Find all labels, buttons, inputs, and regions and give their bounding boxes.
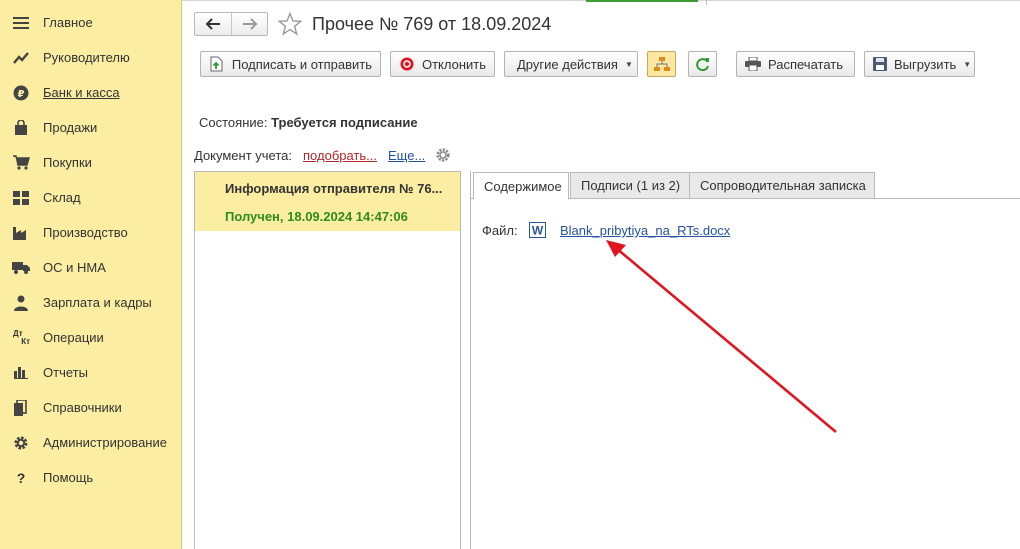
sidebar-item-label: Покупки (43, 155, 92, 170)
sidebar-item-warehouse[interactable]: Склад (0, 180, 181, 215)
history-nav (194, 12, 268, 36)
arrow-left-icon (205, 18, 220, 30)
account-document-line: Документ учета: подобрать... Еще... (194, 147, 451, 163)
debit-credit-icon: Дт Кт (12, 329, 30, 347)
sidebar: Главное Руководителю ₽ Банк и касса Прод… (0, 0, 182, 549)
chevron-down-icon: ▼ (963, 59, 972, 69)
sidebar-item-label: Склад (43, 190, 81, 205)
arrow-right-icon (242, 18, 257, 30)
print-button[interactable]: Распечатать (736, 51, 855, 77)
sidebar-item-production[interactable]: Производство (0, 215, 181, 250)
sign-and-send-button[interactable]: Подписать и отправить (200, 51, 381, 77)
annotation-arrow (606, 240, 837, 433)
shopping-bag-icon (12, 119, 30, 137)
sidebar-item-bank[interactable]: ₽ Банк и касса (0, 75, 181, 110)
floppy-disk-icon (873, 56, 887, 72)
sidebar-item-directories[interactable]: Справочники (0, 390, 181, 425)
top-tick (706, 0, 707, 5)
page-title: Прочее № 769 от 18.09.2024 (312, 14, 552, 34)
sidebar-item-label: Администрирование (43, 435, 167, 450)
refresh-icon (696, 57, 709, 71)
active-window-indicator (586, 0, 698, 2)
sidebar-item-label: Продажи (43, 120, 98, 135)
sidebar-item-reports[interactable]: Отчеты (0, 355, 181, 390)
list-item[interactable]: Информация отправителя № 76... Получен, … (195, 172, 460, 231)
sidebar-item-label: Отчеты (43, 365, 88, 380)
export-button[interactable]: Выгрузить ▼ (864, 51, 975, 77)
svg-text:₽: ₽ (18, 89, 25, 100)
gear-icon (12, 434, 30, 452)
reject-button[interactable]: Отклонить (390, 51, 495, 77)
tab-content[interactable]: Содержимое (473, 172, 569, 200)
factory-icon (12, 224, 30, 242)
more-link[interactable]: Еще... (388, 148, 425, 163)
settings-gear-icon[interactable] (435, 147, 451, 163)
sidebar-item-label: Зарплата и кадры (43, 295, 152, 310)
warehouse-icon (12, 189, 30, 207)
favorite-star-icon[interactable] (278, 12, 302, 36)
forward-button[interactable] (231, 13, 267, 35)
books-icon (12, 399, 30, 417)
sidebar-item-main[interactable]: Главное (0, 5, 181, 40)
sidebar-item-label: Справочники (43, 400, 122, 415)
sidebar-item-payroll[interactable]: Зарплата и кадры (0, 285, 181, 320)
list-item-status: Получен, 18.09.2024 14:47:06 (225, 209, 408, 224)
sidebar-item-operations[interactable]: Дт Кт Операции (0, 320, 181, 355)
menu-icon (12, 14, 30, 32)
ruble-icon: ₽ (12, 84, 30, 102)
chevron-down-icon: ▼ (624, 59, 633, 69)
message-list: Информация отправителя № 76... Получен, … (194, 171, 461, 549)
file-link[interactable]: Blank_pribytiya_na_RTs.docx (560, 223, 730, 238)
sidebar-item-purchases[interactable]: Покупки (0, 145, 181, 180)
other-actions-label: Другие действия (517, 56, 618, 72)
question-icon: ? (16, 469, 26, 486)
truck-icon (12, 259, 30, 277)
reject-label: Отклонить (421, 56, 486, 72)
other-actions-button[interactable]: Другие действия ▼ (504, 51, 638, 77)
sidebar-item-label: Операции (43, 330, 104, 345)
export-label: Выгрузить (894, 56, 957, 72)
sidebar-item-label: Производство (43, 225, 128, 240)
credit-glyph: Кт (21, 336, 30, 346)
file-label: Файл: (482, 223, 518, 238)
status-label: Состояние: (199, 115, 268, 130)
structure-button[interactable] (647, 51, 676, 77)
hierarchy-icon (653, 56, 670, 71)
sidebar-item-help[interactable]: ? Помощь (0, 460, 181, 495)
account-document-label: Документ учета: (194, 147, 293, 163)
sidebar-item-fixed-assets[interactable]: ОС и НМА (0, 250, 181, 285)
sidebar-item-label: Руководителю (43, 50, 130, 65)
person-icon (12, 294, 30, 312)
tab-signatures[interactable]: Подписи (1 из 2) (570, 172, 690, 199)
bar-chart-icon (12, 364, 30, 382)
tab-cover-note[interactable]: Сопроводительная записка (689, 172, 875, 199)
stop-icon (399, 56, 415, 72)
sidebar-item-manager[interactable]: Руководителю (0, 40, 181, 75)
sidebar-item-sales[interactable]: Продажи (0, 110, 181, 145)
cart-icon (12, 154, 30, 172)
sidebar-item-label: Банк и касса (43, 85, 120, 100)
sign-and-send-label: Подписать и отправить (231, 56, 372, 72)
status-value: Требуется подписание (271, 115, 418, 130)
back-button[interactable] (195, 13, 231, 35)
sign-document-icon (209, 56, 225, 72)
trend-icon (12, 49, 30, 67)
word-icon-glyph: W (532, 224, 544, 238)
sidebar-item-label: ОС и НМА (43, 260, 106, 275)
sidebar-item-label: Помощь (43, 470, 94, 485)
sidebar-item-label: Главное (43, 15, 93, 30)
pick-link[interactable]: подобрать... (303, 148, 377, 163)
status-line: Состояние: Требуется подписание (199, 115, 418, 130)
printer-icon (745, 56, 761, 72)
sidebar-item-administration[interactable]: Администрирование (0, 425, 181, 460)
refresh-button[interactable] (688, 51, 717, 77)
print-label: Распечатать (768, 56, 844, 72)
list-item-title: Информация отправителя № 76... (225, 181, 443, 196)
word-document-icon: W (529, 222, 546, 238)
